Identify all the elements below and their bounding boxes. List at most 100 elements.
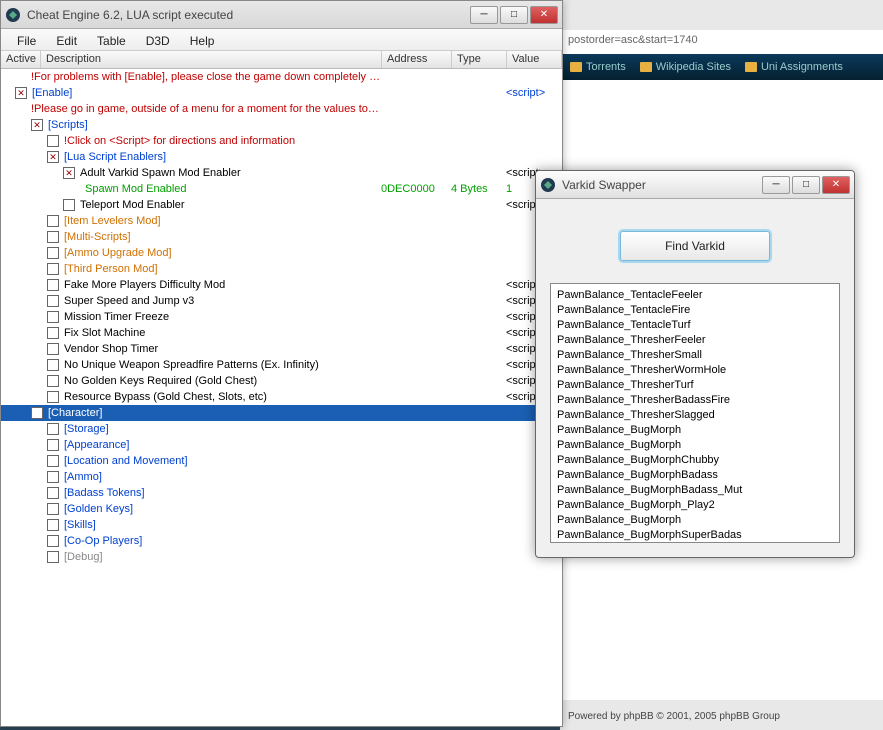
table-row[interactable]: [Skills] <box>1 517 562 533</box>
menu-help[interactable]: Help <box>180 32 225 47</box>
maximize-button[interactable]: □ <box>500 6 528 24</box>
active-checkbox[interactable] <box>47 247 59 259</box>
table-row[interactable]: [Item Levelers Mod] <box>1 213 562 229</box>
list-item[interactable]: PawnBalance_BugMorph <box>557 438 833 453</box>
table-row[interactable]: Teleport Mod Enabler<script> <box>1 197 562 213</box>
table-row[interactable]: Super Speed and Jump v3<script> <box>1 293 562 309</box>
active-checkbox[interactable] <box>47 279 59 291</box>
list-item[interactable]: PawnBalance_BugMorphChubby <box>557 453 833 468</box>
titlebar[interactable]: Varkid Swapper ─ □ ✕ <box>536 171 854 199</box>
active-checkbox[interactable] <box>63 199 75 211</box>
active-checkbox[interactable] <box>47 551 59 563</box>
list-item[interactable]: PawnBalance_ThresherSmall <box>557 348 833 363</box>
active-checkbox[interactable] <box>31 119 43 131</box>
table-row[interactable]: [Badass Tokens] <box>1 485 562 501</box>
table-row[interactable]: [Appearance] <box>1 437 562 453</box>
active-checkbox[interactable] <box>47 471 59 483</box>
close-button[interactable]: ✕ <box>822 176 850 194</box>
col-address[interactable]: Address <box>382 51 452 68</box>
table-row[interactable]: Adult Varkid Spawn Mod Enabler<script> <box>1 165 562 181</box>
active-checkbox[interactable] <box>47 295 59 307</box>
table-row[interactable]: [Ammo] <box>1 469 562 485</box>
active-checkbox[interactable] <box>47 215 59 227</box>
table-row[interactable]: [Location and Movement] <box>1 453 562 469</box>
list-item[interactable]: PawnBalance_TentacleTurf <box>557 318 833 333</box>
list-item[interactable]: PawnBalance_ThresherTurf <box>557 378 833 393</box>
active-checkbox[interactable] <box>47 135 59 147</box>
url-bar[interactable]: postorder=asc&start=1740 <box>560 30 883 54</box>
table-row[interactable]: !Please go in game, outside of a menu fo… <box>1 101 562 117</box>
table-row[interactable]: [Lua Script Enablers] <box>1 149 562 165</box>
table-row[interactable]: Mission Timer Freeze<script> <box>1 309 562 325</box>
col-type[interactable]: Type <box>452 51 507 68</box>
list-item[interactable]: PawnBalance_BugMorph <box>557 423 833 438</box>
list-item[interactable]: PawnBalance_BugMorphBadass_Mut <box>557 483 833 498</box>
active-checkbox[interactable] <box>47 519 59 531</box>
list-item[interactable]: PawnBalance_BugMorph <box>557 513 833 528</box>
col-description[interactable]: Description <box>41 51 382 68</box>
active-checkbox[interactable] <box>47 455 59 467</box>
active-checkbox[interactable] <box>47 231 59 243</box>
active-checkbox[interactable] <box>47 343 59 355</box>
menu-edit[interactable]: Edit <box>46 32 87 47</box>
table-row[interactable]: !For problems with [Enable], please clos… <box>1 69 562 85</box>
menu-file[interactable]: File <box>7 32 46 47</box>
table-row[interactable]: [Character] <box>1 405 562 421</box>
titlebar[interactable]: Cheat Engine 6.2, LUA script executed ─ … <box>1 1 562 29</box>
table-row[interactable]: [Scripts] <box>1 117 562 133</box>
table-row[interactable]: [Golden Keys] <box>1 501 562 517</box>
table-row[interactable]: [Multi-Scripts] <box>1 229 562 245</box>
list-item[interactable]: PawnBalance_TentacleFeeler <box>557 288 833 303</box>
active-checkbox[interactable] <box>31 407 43 419</box>
active-checkbox[interactable] <box>47 391 59 403</box>
list-item[interactable]: PawnBalance_BugMorph_Play2 <box>557 498 833 513</box>
bookmark-item[interactable]: Torrents <box>570 59 626 75</box>
col-value[interactable]: Value <box>507 51 562 68</box>
table-row[interactable]: No Golden Keys Required (Gold Chest)<scr… <box>1 373 562 389</box>
active-checkbox[interactable] <box>47 375 59 387</box>
close-button[interactable]: ✕ <box>530 6 558 24</box>
active-checkbox[interactable] <box>47 423 59 435</box>
table-row[interactable]: [Ammo Upgrade Mod] <box>1 245 562 261</box>
col-active[interactable]: Active <box>1 51 41 68</box>
list-item[interactable]: PawnBalance_ThresherFeeler <box>557 333 833 348</box>
table-row[interactable]: [Debug] <box>1 549 562 565</box>
varkid-listbox[interactable]: PawnBalance_TentacleFeelerPawnBalance_Te… <box>550 283 840 543</box>
active-checkbox[interactable] <box>47 487 59 499</box>
list-item[interactable]: PawnBalance_BugMorphBadass <box>557 468 833 483</box>
active-checkbox[interactable] <box>47 535 59 547</box>
active-checkbox[interactable] <box>47 327 59 339</box>
address-list[interactable]: !For problems with [Enable], please clos… <box>1 69 562 726</box>
maximize-button[interactable]: □ <box>792 176 820 194</box>
list-item[interactable]: PawnBalance_ThresherSlagged <box>557 408 833 423</box>
minimize-button[interactable]: ─ <box>470 6 498 24</box>
active-checkbox[interactable] <box>47 439 59 451</box>
active-checkbox[interactable] <box>15 87 27 99</box>
menu-table[interactable]: Table <box>87 32 136 47</box>
active-checkbox[interactable] <box>47 263 59 275</box>
table-row[interactable]: [Third Person Mod] <box>1 261 562 277</box>
menu-d3d[interactable]: D3D <box>136 32 180 47</box>
table-row[interactable]: No Unique Weapon Spreadfire Patterns (Ex… <box>1 357 562 373</box>
table-row[interactable]: [Storage] <box>1 421 562 437</box>
minimize-button[interactable]: ─ <box>762 176 790 194</box>
table-row[interactable]: Vendor Shop Timer<script> <box>1 341 562 357</box>
bookmark-item[interactable]: Wikipedia Sites <box>640 59 731 75</box>
table-row[interactable]: Resource Bypass (Gold Chest, Slots, etc)… <box>1 389 562 405</box>
bookmark-item[interactable]: Uni Assignments <box>745 59 843 75</box>
active-checkbox[interactable] <box>47 311 59 323</box>
table-row[interactable]: !Click on <Script> for directions and in… <box>1 133 562 149</box>
list-item[interactable]: PawnBalance_ThresherBadassFire <box>557 393 833 408</box>
active-checkbox[interactable] <box>47 503 59 515</box>
list-item[interactable]: PawnBalance_BugMorphSuperBadas <box>557 528 833 543</box>
list-item[interactable]: PawnBalance_TentacleFire <box>557 303 833 318</box>
column-headers[interactable]: Active Description Address Type Value <box>1 51 562 69</box>
list-item[interactable]: PawnBalance_ThresherWormHole <box>557 363 833 378</box>
active-checkbox[interactable] <box>47 359 59 371</box>
active-checkbox[interactable] <box>47 151 59 163</box>
table-row[interactable]: Fake More Players Difficulty Mod<script> <box>1 277 562 293</box>
active-checkbox[interactable] <box>63 167 75 179</box>
table-row[interactable]: Fix Slot Machine<script> <box>1 325 562 341</box>
find-varkid-button[interactable]: Find Varkid <box>620 231 770 261</box>
table-row[interactable]: [Enable]<script> <box>1 85 562 101</box>
